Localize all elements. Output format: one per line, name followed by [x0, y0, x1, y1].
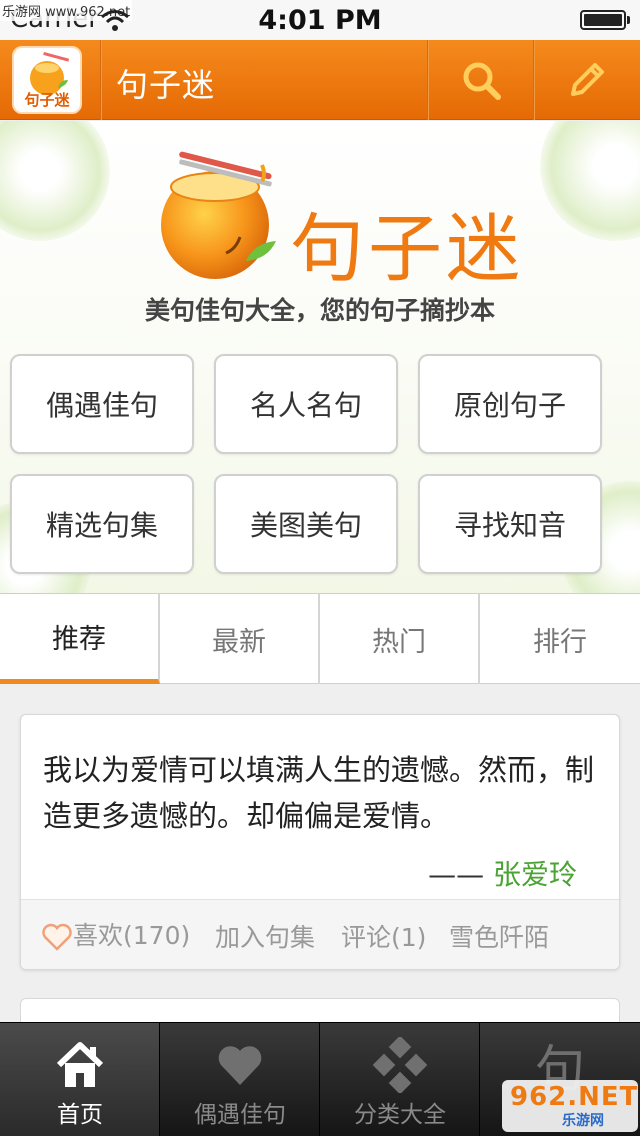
battery-tip	[627, 16, 630, 24]
search-button[interactable]	[429, 40, 533, 120]
quote-attribution: —— 张爱玲	[428, 853, 577, 893]
category-icon	[320, 1037, 480, 1093]
heart-outline-icon	[42, 923, 72, 951]
watermark-logo: 962.NET 乐游网	[502, 1080, 638, 1132]
battery-icon	[580, 10, 626, 30]
status-bar: Carrier 乐游网 www.962.net 4:01 PM	[0, 0, 640, 40]
hero-section: 句子迷 美句佳句大全，您的句子摘抄本 偶遇佳句 名人名句 原创句子 精选句集 美…	[0, 121, 640, 593]
poster-username[interactable]: 雪色阡陌	[449, 918, 549, 954]
quote-text: 我以为爱情可以填满人生的遗憾。然而，制造更多遗憾的。却偏偏是爱情。	[43, 753, 595, 833]
category-button-6[interactable]: 寻找知音	[418, 474, 602, 574]
tab-hot[interactable]: 热门	[320, 594, 480, 684]
watermark-small: 乐游网	[562, 1113, 604, 1129]
category-button-3[interactable]: 原创句子	[418, 354, 602, 454]
home-icon	[0, 1037, 160, 1093]
category-button-2[interactable]: 名人名句	[214, 354, 398, 454]
like-label: 喜欢(170)	[73, 921, 191, 950]
tagline: 美句佳句大全，您的句子摘抄本	[144, 296, 495, 325]
tabbar-home[interactable]: 首页	[0, 1023, 160, 1136]
top-navbar: 句子迷 句子迷	[0, 40, 640, 120]
search-icon	[463, 62, 501, 100]
tab-recommended[interactable]: 推荐	[0, 594, 160, 684]
tabbar-label: 首页	[57, 1102, 103, 1128]
nav-divider	[100, 40, 102, 120]
hero-logo-text: 句子迷	[290, 206, 524, 292]
compose-button[interactable]	[535, 40, 639, 120]
clock: 4:01 PM	[258, 5, 382, 36]
tabbar-encounter[interactable]: 偶遇佳句	[160, 1023, 320, 1136]
category-button-4[interactable]: 精选句集	[10, 474, 194, 574]
add-collection-button[interactable]: 加入句集	[215, 918, 315, 954]
quote-author-link[interactable]: 张爱玲	[493, 858, 577, 891]
nav-title: 句子迷	[116, 66, 216, 104]
tab-ranking[interactable]: 排行	[480, 594, 640, 684]
decorative-flower	[540, 121, 640, 241]
tabbar-label: 分类大全	[354, 1102, 446, 1128]
pencil-icon	[571, 63, 604, 96]
category-button-5[interactable]: 美图美句	[214, 474, 398, 574]
tabbar-label: 偶遇佳句	[194, 1102, 286, 1128]
attribution-dash: ——	[428, 858, 485, 891]
watermark-big: 962.NET	[510, 1082, 639, 1112]
heart-icon	[160, 1037, 320, 1093]
comment-button[interactable]: 评论(1)	[341, 918, 426, 954]
card-footer: 喜欢(170) 加入句集 评论(1) 雪色阡陌	[21, 899, 619, 969]
like-button[interactable]: 喜欢(170)	[41, 916, 190, 952]
category-button-1[interactable]: 偶遇佳句	[10, 354, 194, 454]
tab-latest[interactable]: 最新	[160, 594, 320, 684]
app-logo-text: 句子迷	[24, 91, 70, 109]
tabbar-categories[interactable]: 分类大全	[320, 1023, 480, 1136]
quote-card[interactable]: 我以为爱情可以填满人生的遗憾。然而，制造更多遗憾的。却偏偏是爱情。 —— 张爱玲…	[20, 714, 620, 970]
app-logo[interactable]: 句子迷	[12, 46, 82, 114]
feed-tabs: 推荐 最新 热门 排行	[0, 593, 640, 684]
decorative-flower	[0, 121, 110, 241]
orange-mascot-icon	[161, 151, 276, 279]
